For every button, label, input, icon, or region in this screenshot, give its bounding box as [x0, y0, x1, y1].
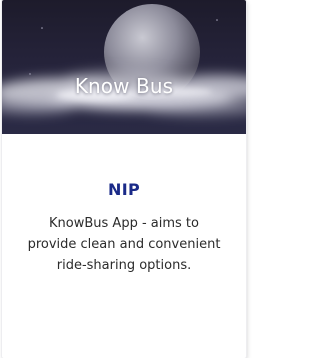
card-heading: NIP: [108, 180, 140, 199]
banner-title: Know Bus: [74, 74, 174, 98]
card-body: NIP KnowBus App - aims to provide clean …: [2, 134, 246, 276]
moon-clouds-icon: [2, 4, 246, 116]
project-banner-image[interactable]: Know Bus: [2, 0, 246, 134]
project-card[interactable]: Know Bus NIP KnowBus App - aims to provi…: [2, 0, 246, 358]
card-description: KnowBus App - aims to provide clean and …: [27, 216, 221, 273]
